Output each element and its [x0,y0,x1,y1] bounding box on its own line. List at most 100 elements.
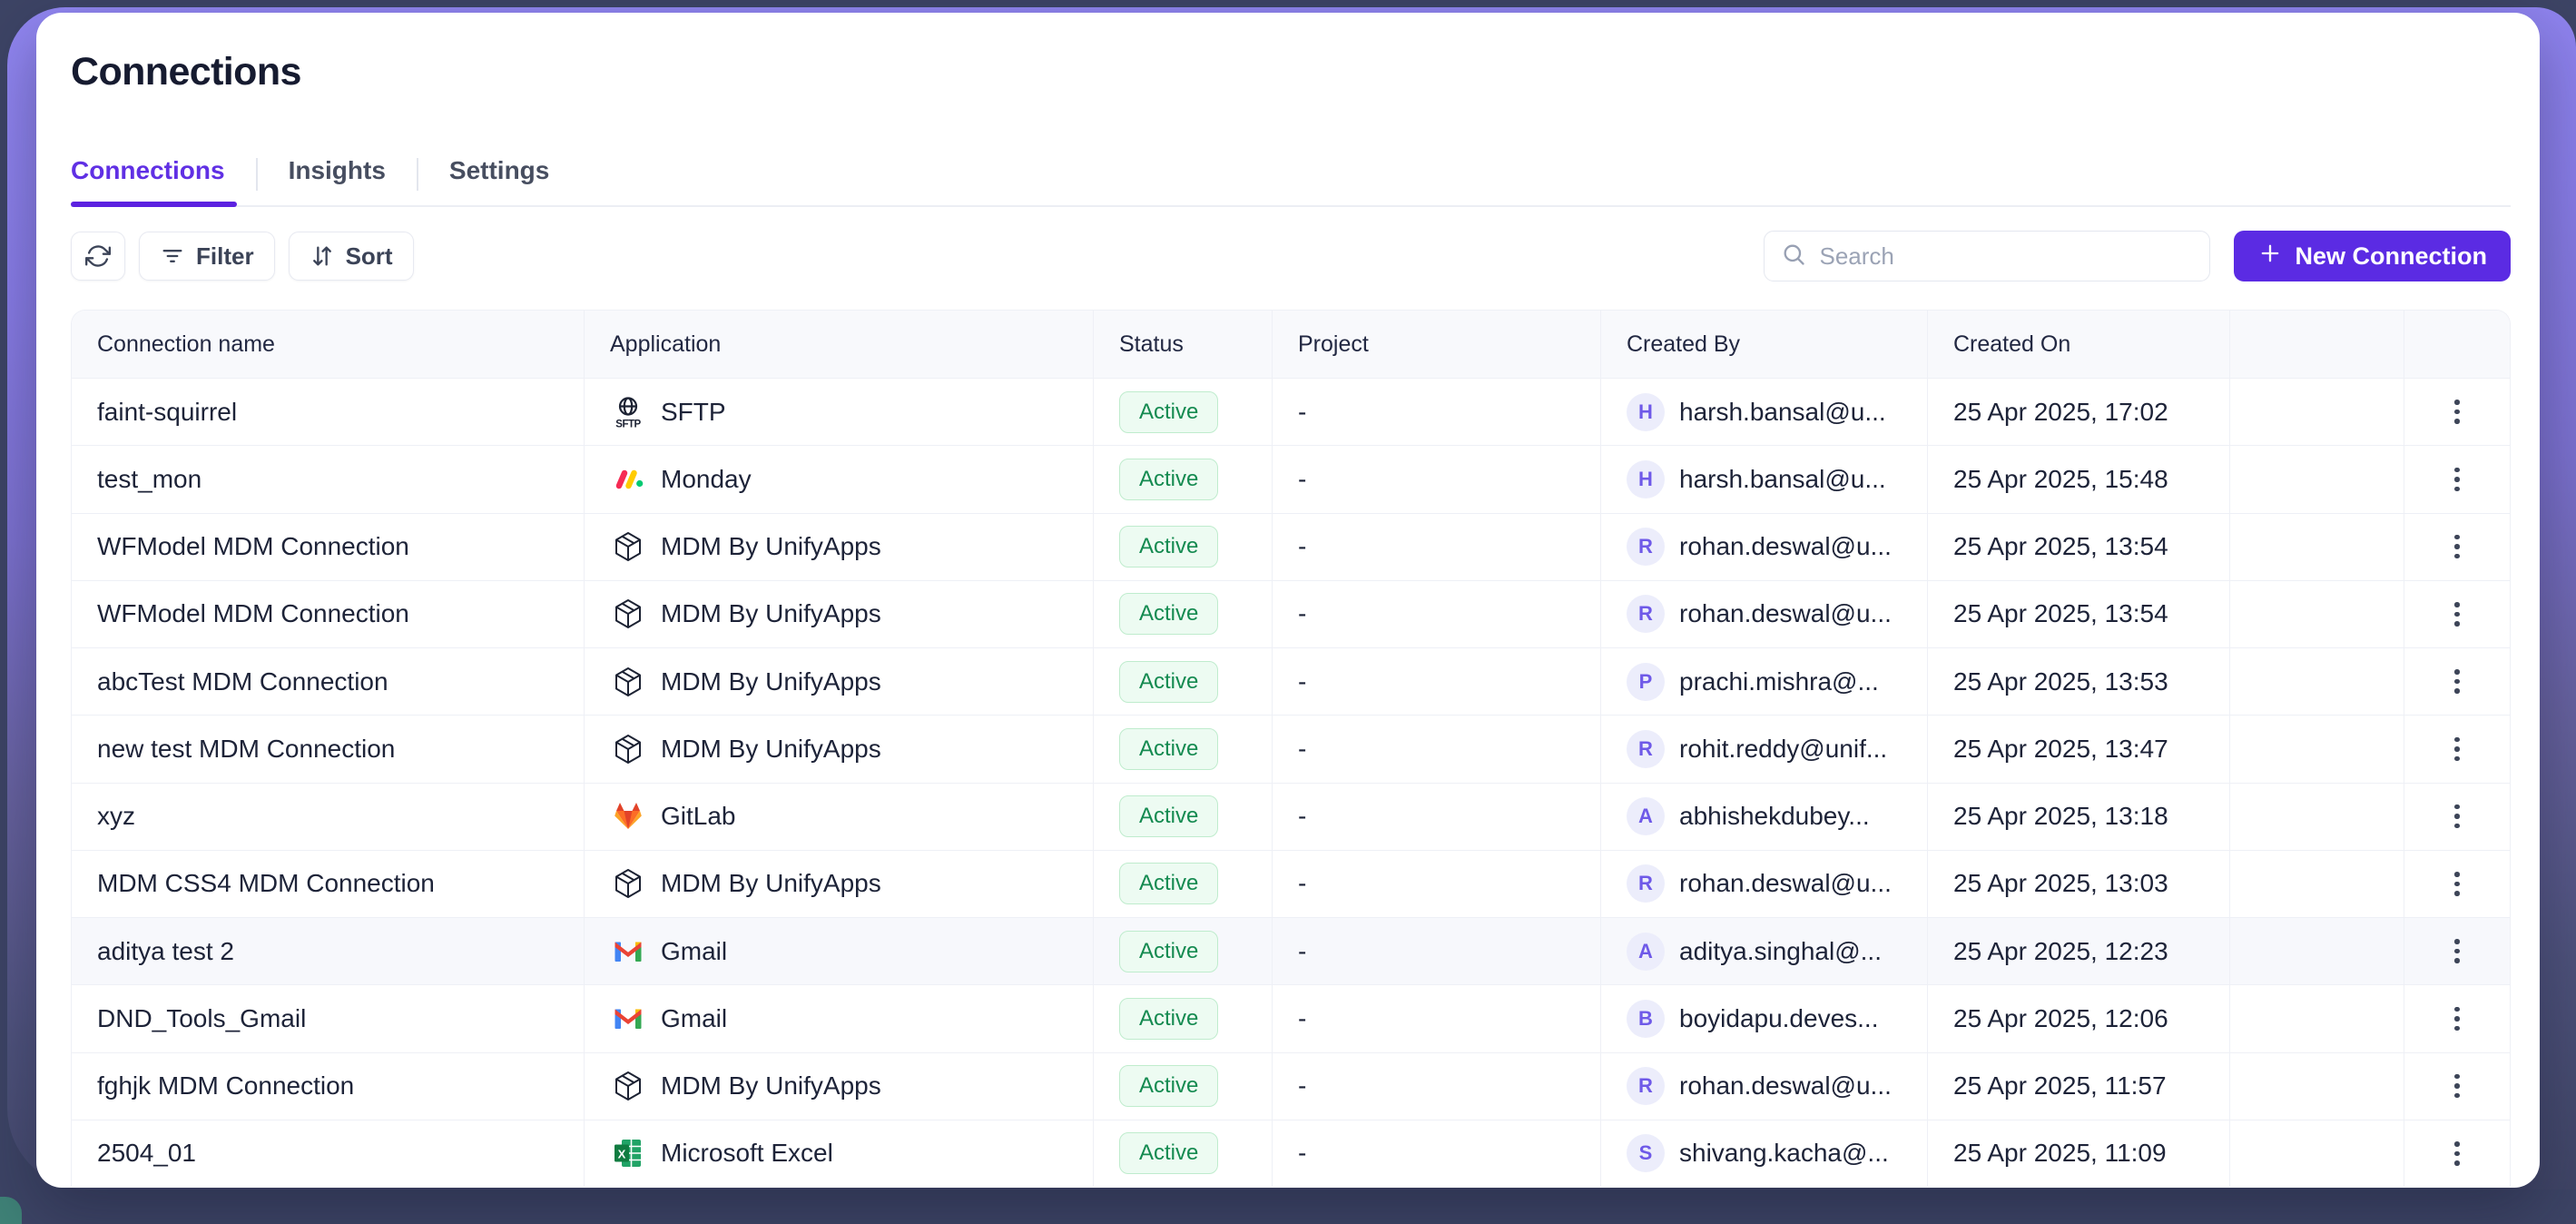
spacer-cell [2230,446,2404,512]
kebab-menu-icon [2449,799,2465,834]
avatar: S [1627,1134,1665,1172]
kebab-menu-icon [2449,732,2465,767]
row-actions-button[interactable] [2404,379,2510,445]
row-actions-button[interactable] [2404,514,2510,580]
tab-settings-label: Settings [449,156,549,184]
avatar: B [1627,1000,1665,1038]
spacer-cell [2230,514,2404,580]
tab-divider [417,158,418,191]
created-on-value: 25 Apr 2025, 13:53 [1953,667,2168,696]
background-teal-accent [0,1197,22,1224]
application-name: SFTP [661,398,726,427]
table-row[interactable]: xyz GitLab Active - A abhishekdubey... 2… [72,783,2510,850]
filter-button[interactable]: Filter [139,232,275,281]
connection-name: faint-squirrel [97,398,237,427]
mdm-icon [610,865,646,902]
avatar: R [1627,730,1665,768]
spacer-cell [2230,1120,2404,1187]
table-row[interactable]: test_mon Monday Active - H harsh.bansal@… [72,445,2510,512]
created-on-value: 25 Apr 2025, 11:57 [1953,1071,2167,1101]
created-on-value: 25 Apr 2025, 13:03 [1953,869,2168,898]
plus-icon [2257,241,2283,272]
table-row[interactable]: aditya test 2 Gmail Active - A aditya.si… [72,917,2510,984]
tab-settings[interactable]: Settings [449,142,549,205]
project-value: - [1298,667,1306,696]
table-row[interactable]: fghjk MDM Connection MDM By UnifyApps Ac… [72,1052,2510,1120]
table-row[interactable]: new test MDM Connection MDM By UnifyApps… [72,715,2510,782]
row-actions-button[interactable] [2404,1120,2510,1187]
spacer-cell [2230,918,2404,984]
svg-text:SFTP: SFTP [615,419,641,429]
table-row[interactable]: DND_Tools_Gmail Gmail Active - B boyidap… [72,984,2510,1051]
project-value: - [1298,398,1306,427]
row-actions-button[interactable] [2404,446,2510,512]
created-on-value: 25 Apr 2025, 11:09 [1953,1139,2167,1168]
spacer-cell [2230,379,2404,445]
created-on-value: 25 Apr 2025, 17:02 [1953,398,2168,427]
kebab-menu-icon [2449,866,2465,902]
gitlab-icon [610,798,646,834]
tab-connections[interactable]: Connections [71,142,225,205]
spacer-cell [2230,1053,2404,1120]
sort-button[interactable]: Sort [289,232,414,281]
search-input[interactable] [1817,242,2193,271]
connection-name: xyz [97,802,135,831]
row-actions-button[interactable] [2404,918,2510,984]
column-header-created-by: Created By [1601,311,1928,378]
tab-insights[interactable]: Insights [289,142,386,205]
row-actions-button[interactable] [2404,716,2510,782]
row-actions-button[interactable] [2404,581,2510,647]
avatar: H [1627,393,1665,431]
column-header-connection-name: Connection name [72,311,585,378]
table-row[interactable]: 2504_01 X Microsoft Excel Active - S shi… [72,1120,2510,1187]
creator-email: rohan.deswal@u... [1679,599,1892,628]
status-badge: Active [1119,998,1218,1040]
status-badge: Active [1119,593,1218,635]
kebab-menu-icon [2449,664,2465,699]
status-badge: Active [1119,863,1218,904]
row-actions-button[interactable] [2404,1053,2510,1120]
row-actions-button[interactable] [2404,784,2510,850]
row-actions-button[interactable] [2404,851,2510,917]
tab-insights-label: Insights [289,156,386,184]
refresh-button[interactable] [71,232,125,281]
spacer-cell [2230,784,2404,850]
table-header-row: Connection name Application Status Proje… [72,311,2510,378]
spacer-cell [2230,648,2404,715]
tab-connections-label: Connections [71,156,225,184]
table-row[interactable]: WFModel MDM Connection MDM By UnifyApps … [72,513,2510,580]
table-row[interactable]: MDM CSS4 MDM Connection MDM By UnifyApps… [72,850,2510,917]
avatar: A [1627,933,1665,971]
row-actions-button[interactable] [2404,648,2510,715]
table-row[interactable]: abcTest MDM Connection MDM By UnifyApps … [72,647,2510,715]
column-header-status: Status [1094,311,1273,378]
project-value: - [1298,599,1306,628]
status-badge: Active [1119,459,1218,500]
column-header-application: Application [585,311,1094,378]
row-actions-button[interactable] [2404,985,2510,1051]
application-name: MDM By UnifyApps [661,735,881,764]
project-value: - [1298,1004,1306,1033]
spacer-cell [2230,851,2404,917]
table-row[interactable]: WFModel MDM Connection MDM By UnifyApps … [72,580,2510,647]
connection-name: DND_Tools_Gmail [97,1004,306,1033]
kebab-menu-icon [2449,597,2465,632]
excel-icon: X [610,1135,646,1171]
status-badge: Active [1119,728,1218,770]
creator-email: aditya.singhal@... [1679,937,1882,966]
kebab-menu-icon [2449,1069,2465,1104]
connection-name: WFModel MDM Connection [97,532,409,561]
status-badge: Active [1119,526,1218,568]
connections-table: Connection name Application Status Proje… [71,310,2511,1187]
status-badge: Active [1119,661,1218,703]
new-connection-button[interactable]: New Connection [2234,231,2511,281]
search-box [1764,231,2210,281]
table-row[interactable]: faint-squirrel SFTP SFTP Active - H hars… [72,378,2510,445]
column-header-project: Project [1273,311,1601,378]
project-value: - [1298,802,1306,831]
kebab-menu-icon [2449,394,2465,429]
kebab-menu-icon [2449,933,2465,969]
connection-name: MDM CSS4 MDM Connection [97,869,435,898]
project-value: - [1298,1071,1306,1101]
creator-email: rohan.deswal@u... [1679,869,1892,898]
